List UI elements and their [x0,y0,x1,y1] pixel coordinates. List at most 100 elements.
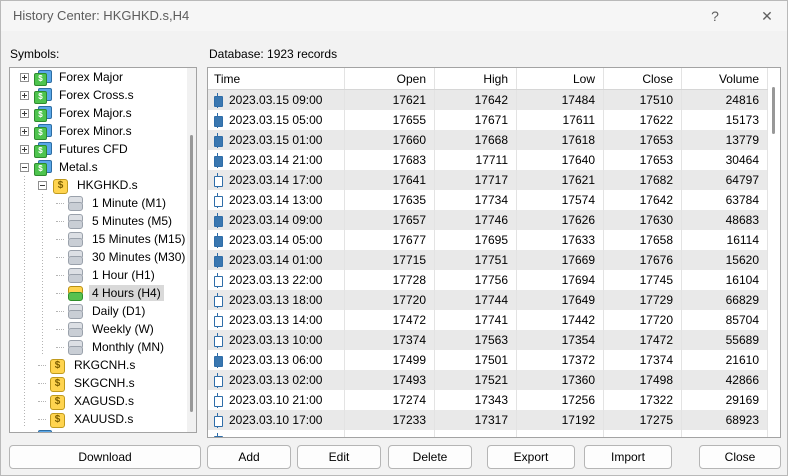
expander-plus-icon[interactable] [20,433,29,434]
table-row[interactable]: 2023.03.14 01:00177151775117669176761562… [208,250,768,270]
time-value: 2023.03.14 05:00 [229,233,322,247]
cell-time: 2023.03.15 01:00 [208,130,345,150]
add-button[interactable]: Add [207,445,291,469]
cell-high: 17734 [435,190,517,210]
cell-high: 17671 [435,110,517,130]
import-button[interactable]: Import [584,445,672,469]
time-value: 2023.03.13 02:00 [229,373,322,387]
time-value: 2023.03.15 01:00 [229,133,322,147]
tree-connector-line [56,203,64,204]
cell-open: 17374 [345,330,435,350]
cell-high: 17717 [435,170,517,190]
tree-guide-line [38,212,56,230]
delete-button[interactable]: Delete [388,445,472,469]
close-button[interactable]: Close [699,445,781,469]
table-row-partial[interactable] [208,430,768,437]
table-row[interactable]: 2023.03.14 17:00176411771717621176826479… [208,170,768,190]
candle-down-icon [213,153,222,168]
tree-item-metal-s[interactable]: Metal.s [10,158,196,176]
cell-volume: 13779 [682,130,768,150]
database-icon [67,232,84,246]
cell-high: 17746 [435,210,517,230]
time-value: 2023.03.14 21:00 [229,153,322,167]
table-row[interactable]: 2023.03.13 06:00174991750117372173742161… [208,350,768,370]
tree-item-label: Forex Major [56,69,126,85]
expander-minus-icon[interactable] [38,181,47,190]
tree-item-forex-minor-s[interactable]: Forex Minor.s [10,122,196,140]
window-title: History Center: HKGHKD.s,H4 [13,8,189,23]
tree-item-hkghkd-s[interactable]: HKGHKD.s [10,176,196,194]
cell-high: 17695 [435,230,517,250]
tree-item-15-minutes-m15[interactable]: 15 Minutes (M15) [10,230,196,248]
close-icon[interactable]: ✕ [753,6,781,26]
table-row[interactable]: 2023.03.10 21:00172741734317256173222916… [208,390,768,410]
tree-guide-line [20,284,38,302]
export-button[interactable]: Export [487,445,575,469]
tree-scrollbar-thumb[interactable] [190,135,193,412]
expander-minus-icon[interactable] [20,163,29,172]
table-row[interactable]: 2023.03.15 01:00176601766817618176531377… [208,130,768,150]
expander-plus-icon[interactable] [20,91,29,100]
table-row[interactable]: 2023.03.15 05:00176551767117611176221517… [208,110,768,130]
table-row[interactable]: 2023.03.13 14:00174721774117442177208570… [208,310,768,330]
tree-item-forex-cross-s[interactable]: Forex Cross.s [10,86,196,104]
tree-scrollbar[interactable] [187,68,196,432]
folder-dollar-icon [34,142,51,156]
table-row[interactable]: 2023.03.14 13:00176351773417574176426378… [208,190,768,210]
tree-item-30-minutes-m30[interactable]: 30 Minutes (M30) [10,248,196,266]
edit-button[interactable]: Edit [297,445,381,469]
tree-item-xauusd-s[interactable]: XAUUSD.s [10,410,196,428]
cell-open: 17728 [345,270,435,290]
table-row[interactable]: 2023.03.15 09:00176211764217484175102481… [208,90,768,110]
table-row[interactable]: 2023.03.13 10:00173741756317354174725568… [208,330,768,350]
tree-item-futures-cfd[interactable]: Futures CFD [10,140,196,158]
tree-item-weekly-w[interactable]: Weekly (W) [10,320,196,338]
cell-open: 17655 [345,110,435,130]
expander-plus-icon[interactable] [20,127,29,136]
tree-connector-line [56,221,64,222]
tree-item-xagusd-s[interactable]: XAGUSD.s [10,392,196,410]
tree-item-rkgcnh-s[interactable]: RKGCNH.s [10,356,196,374]
tree-item-4-hours-h4[interactable]: 4 Hours (H4) [10,284,196,302]
table-row[interactable]: 2023.03.13 22:00177281775617694177451610… [208,270,768,290]
table-row[interactable]: 2023.03.13 18:00177201774417649177296682… [208,290,768,310]
cell-low: 17192 [517,410,604,430]
expander-plus-icon[interactable] [20,145,29,154]
candle-up-icon [213,333,222,348]
expander-plus-icon[interactable] [20,109,29,118]
tree-item-oil-s[interactable]: Oil.s [10,428,196,433]
table-scrollbar-thumb[interactable] [772,87,775,134]
time-value: 2023.03.13 22:00 [229,273,322,287]
symbols-tree: Forex MajorForex Cross.sForex Major.sFor… [10,68,196,433]
tree-item-5-minutes-m5[interactable]: 5 Minutes (M5) [10,212,196,230]
cell-open: 17683 [345,150,435,170]
download-button[interactable]: Download [9,445,201,469]
table-header-row: TimeOpenHighLowCloseVolume [208,68,768,90]
expander-plus-icon[interactable] [20,73,29,82]
tree-item-forex-major[interactable]: Forex Major [10,68,196,86]
cell-close [604,430,682,437]
table-row[interactable]: 2023.03.10 17:00172331731717192172756892… [208,410,768,430]
tree-guide-line [20,374,38,392]
table-row[interactable]: 2023.03.14 09:00176571774617626176304868… [208,210,768,230]
cell-low: 17372 [517,350,604,370]
table-row[interactable]: 2023.03.13 02:00174931752117360174984286… [208,370,768,390]
tree-item-monthly-mn[interactable]: Monthly (MN) [10,338,196,356]
tree-guide-line [20,410,38,428]
table-scrollbar[interactable] [768,68,780,437]
tree-item-label: XAGUSD.s [71,393,137,409]
cell-close: 17745 [604,270,682,290]
tree-item-label: RKGCNH.s [71,357,138,373]
table-row[interactable]: 2023.03.14 05:00176771769517633176581611… [208,230,768,250]
tree-item-skgcnh-s[interactable]: SKGCNH.s [10,374,196,392]
tree-guide-line [20,392,38,410]
tree-item-forex-major-s[interactable]: Forex Major.s [10,104,196,122]
help-icon[interactable]: ? [701,6,729,26]
tree-item-daily-d1[interactable]: Daily (D1) [10,302,196,320]
tree-item-1-minute-m1[interactable]: 1 Minute (M1) [10,194,196,212]
tree-item-label: Forex Minor.s [56,123,135,139]
cell-close: 17630 [604,210,682,230]
tree-item-1-hour-h1[interactable]: 1 Hour (H1) [10,266,196,284]
table-row[interactable]: 2023.03.14 21:00176831771117640176533046… [208,150,768,170]
candle-up-icon [213,173,222,188]
